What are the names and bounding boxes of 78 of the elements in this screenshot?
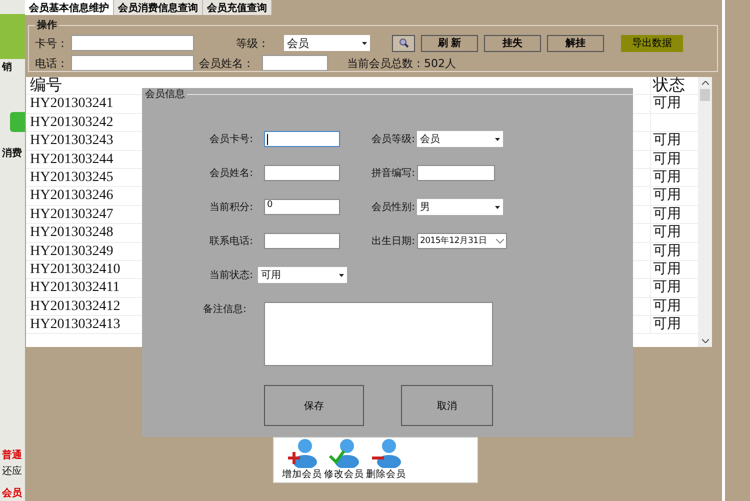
field-label: 当前积分: [208, 200, 253, 214]
scrollbar[interactable] [698, 77, 712, 347]
dialog-title: 会员信息 [145, 88, 185, 101]
field-label: 会员姓名: [208, 167, 253, 180]
table-cell-text: HY2013032412 [29, 298, 122, 316]
card-field[interactable] [71, 35, 194, 51]
group-title: 操作 [36, 18, 58, 32]
field-label: 当前状态: [208, 268, 253, 282]
total-count: 502人 [424, 56, 456, 70]
dropdown-arrow-icon [362, 42, 367, 44]
date-picker[interactable]: 2015年12月31日 [417, 233, 507, 249]
tab[interactable]: 会员基本信息维护 [25, 0, 114, 15]
table-cell-text: HY201303243 [29, 132, 114, 150]
scroll-down-icon[interactable] [702, 339, 708, 343]
dialog-button[interactable]: 保存 [264, 385, 364, 426]
field-label: 会员卡号: [208, 132, 253, 146]
table-cell-text: HY2013032410 [29, 260, 122, 278]
search-icon [398, 38, 408, 48]
remark-field[interactable] [264, 302, 493, 366]
tab[interactable]: 会员消费信息查询 [114, 0, 203, 15]
field-label: 等级： [236, 36, 270, 50]
field-label: 拼音编写: [370, 166, 415, 180]
dropdown-arrow-icon [495, 138, 500, 140]
field-label: 会员性别: [370, 200, 415, 214]
dropdown-arrow-icon [339, 274, 344, 276]
toolbar-button[interactable]: 增加会员 [282, 438, 322, 482]
field-label: 电话： [35, 56, 69, 70]
action-button[interactable]: 导出数据 [621, 34, 683, 52]
table-cell-text: HY201303241 [29, 95, 114, 113]
side-label: 普通 [2, 448, 22, 462]
action-button[interactable]: 挂失 [484, 34, 541, 52]
logo-tile [0, 14, 25, 59]
action-button[interactable]: 刷 新 [421, 34, 478, 52]
input-field[interactable] [264, 165, 340, 181]
table-cell-text: HY201303248 [29, 224, 114, 242]
search-button[interactable] [392, 34, 415, 52]
dropdown[interactable]: 可用 [258, 267, 347, 283]
toolbar-button[interactable]: 删除会员 [366, 438, 406, 482]
grade-select[interactable]: 会员 [284, 35, 370, 51]
side-label: 销 [2, 60, 12, 74]
toolbar-button[interactable]: 修改会员 [324, 438, 364, 482]
table-cell-text: HY201303246 [29, 187, 114, 205]
field-label: 会员等级: [370, 133, 415, 146]
tab[interactable]: 会员充值查询 [203, 0, 272, 15]
chevron-icon [496, 238, 504, 244]
input-field[interactable] [264, 131, 340, 147]
field-label: 备注信息: [202, 302, 248, 317]
table-cell-text: HY201303242 [29, 114, 114, 132]
dropdown[interactable]: 男 [417, 199, 503, 215]
user-minus-icon [369, 438, 403, 468]
field-label: 卡号： [35, 36, 69, 50]
total-label: 当前会员总数： [347, 56, 424, 70]
name-field[interactable] [262, 55, 328, 71]
table-cell-text: HY2013032413 [29, 316, 122, 334]
scroll-up-icon[interactable] [702, 81, 708, 85]
phone-field[interactable] [71, 55, 194, 71]
dropdown[interactable]: 会员 [417, 131, 503, 147]
table-cell-text: HY2013032411 [29, 279, 121, 297]
table-cell-text: HY201303247 [29, 206, 114, 224]
dropdown-arrow-icon [495, 206, 500, 208]
dialog-button[interactable]: 取消 [401, 385, 493, 426]
field-label: 联系电话: [208, 234, 253, 248]
table-cell-text: HY201303244 [29, 150, 114, 168]
side-label: 消费 [2, 146, 22, 160]
input-field[interactable]: 0 [264, 199, 340, 215]
table-cell-text: HY201303245 [29, 168, 114, 186]
table-cell-text: HY201303249 [29, 242, 114, 260]
input-field[interactable] [264, 233, 340, 249]
field-label: 会员姓名： [199, 56, 255, 70]
action-button[interactable]: 解挂 [547, 34, 604, 52]
user-plus-icon [285, 438, 319, 468]
scroll-thumb[interactable] [700, 89, 710, 101]
column-header: 编号 [29, 77, 63, 94]
user-check-icon [327, 438, 361, 468]
side-label: 会员 [2, 486, 22, 500]
side-label: 还应 [2, 464, 22, 478]
field-label: 出生日期: [370, 234, 415, 248]
input-field[interactable] [417, 165, 495, 181]
